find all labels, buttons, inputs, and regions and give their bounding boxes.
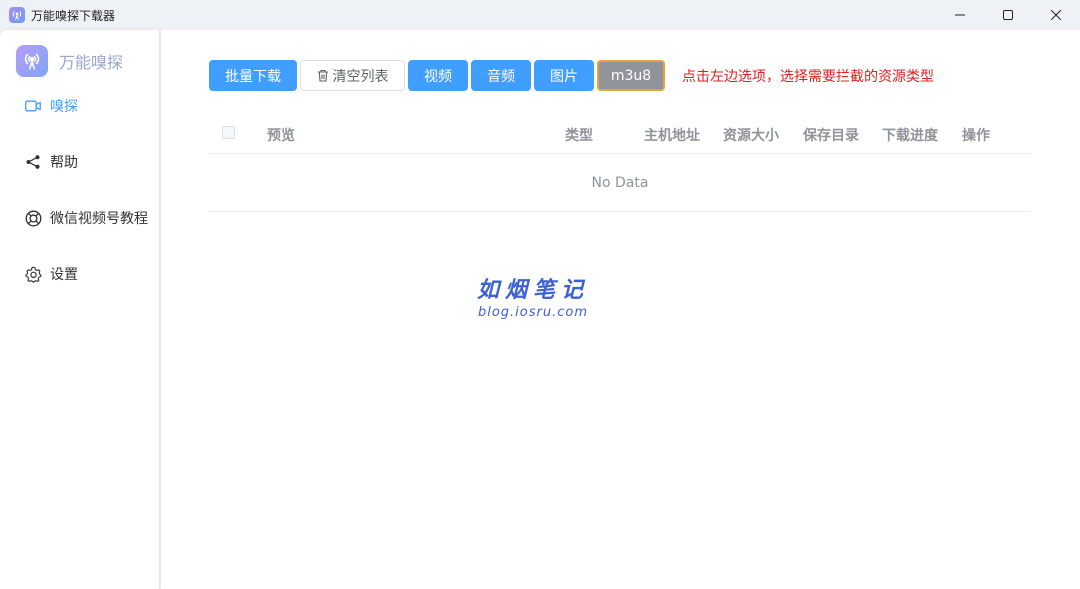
sidebar-item-sniff[interactable]: 嗅探 [24,96,78,116]
filter-video-button[interactable]: 视频 [408,60,468,91]
sidebar-item-label: 帮助 [50,155,78,171]
toolbar: 批量下载 清空列表 视频 音频 图片 m3u8 点击左边选项，选择需要拦截的资源… [209,60,934,91]
share-icon [24,153,42,171]
window-title: 万能嗅探下载器 [31,8,116,23]
watermark-title: 如烟笔记 [477,277,590,303]
radar-logo-icon [16,45,48,77]
column-header-size: 资源大小 [723,128,779,144]
brand: 万能嗅探 [16,45,123,77]
column-header-save-dir: 保存目录 [803,128,859,144]
sidebar: 万能嗅探 嗅探 帮助 微信视频号教程 设置 [0,30,160,589]
maximize-icon [1003,10,1013,20]
title-bar: 万能嗅探下载器 [0,0,1080,30]
filter-audio-button[interactable]: 音频 [471,60,531,91]
column-header-progress: 下载进度 [882,128,938,144]
filter-m3u8-button[interactable]: m3u8 [597,60,665,91]
hint-text: 点击左边选项，选择需要拦截的资源类型 [682,68,934,85]
trash-icon [317,69,328,82]
close-icon [1051,10,1061,20]
close-button[interactable] [1032,0,1080,30]
column-header-host: 主机地址 [644,128,700,144]
sidebar-item-label: 微信视频号教程 [50,211,148,227]
brand-name: 万能嗅探 [59,53,124,72]
sidebar-item-wechat-tutorial[interactable]: 微信视频号教程 [24,208,148,228]
radar-app-icon [9,7,25,23]
watermark: 如烟笔记 blog.iosru.com [477,272,589,320]
watermark-subtitle: blog.iosru.com [477,305,589,320]
video-camera-icon [24,97,42,115]
table-empty-state: No Data [208,154,1032,212]
maximize-button[interactable] [984,0,1032,30]
resource-table: 预览 类型 主机地址 资源大小 保存目录 下载进度 操作 No Data [208,114,1032,212]
sidebar-item-label: 嗅探 [50,99,78,115]
clear-list-button[interactable]: 清空列表 [300,60,405,91]
lifebuoy-icon [24,209,42,227]
select-all-checkbox[interactable] [222,126,235,139]
batch-download-button[interactable]: 批量下载 [209,60,297,91]
table-header: 预览 类型 主机地址 资源大小 保存目录 下载进度 操作 [208,114,1032,154]
clear-list-label: 清空列表 [332,68,389,85]
sidebar-item-settings[interactable]: 设置 [24,264,78,284]
gear-icon [24,265,42,283]
minimize-button[interactable] [936,0,984,30]
filter-image-button[interactable]: 图片 [534,60,594,91]
sidebar-item-label: 设置 [50,267,78,283]
column-header-type: 类型 [565,128,593,144]
main-panel: 批量下载 清空列表 视频 音频 图片 m3u8 点击左边选项，选择需要拦截的资源… [161,30,1080,589]
column-header-preview: 预览 [267,128,295,144]
sidebar-item-help[interactable]: 帮助 [24,152,78,172]
minimize-icon [955,14,965,16]
column-header-actions: 操作 [962,128,990,144]
